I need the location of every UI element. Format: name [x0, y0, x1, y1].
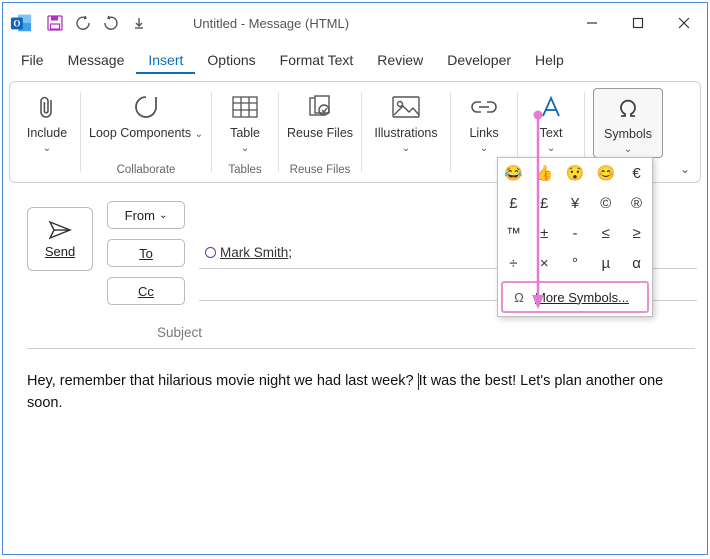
ribbon-include-button[interactable]: Include ⌄: [22, 88, 72, 154]
header-buttons-column: From ⌄ To Cc: [107, 201, 185, 305]
ribbon-group-illustrations: Illustrations ⌄: [364, 86, 448, 178]
symbols-grid: 😂 👍 😯 😊 € £ £ ¥ © ® ™ ± - ≤ ≥ ÷ × ° µ α: [498, 158, 652, 278]
ribbon-group-include: Include ⌄: [16, 86, 78, 178]
symbol-cell[interactable]: ®: [621, 188, 652, 218]
ribbon-loop-button[interactable]: Loop Components ⌄: [89, 88, 203, 141]
outlook-app-icon: O: [9, 11, 33, 35]
menu-developer[interactable]: Developer: [435, 46, 523, 74]
ribbon-symbols-button[interactable]: Symbols ⌄: [593, 88, 663, 158]
symbol-cell[interactable]: ≥: [621, 218, 652, 248]
symbol-cell[interactable]: α: [621, 248, 652, 278]
send-button[interactable]: Send: [27, 207, 93, 271]
symbol-cell[interactable]: 😊: [590, 158, 621, 188]
text-icon: [540, 92, 562, 122]
symbol-cell[interactable]: °: [560, 248, 591, 278]
menu-file[interactable]: File: [9, 46, 56, 74]
cc-button[interactable]: Cc: [107, 277, 185, 305]
chevron-down-icon: ⌄: [241, 143, 249, 154]
maximize-button[interactable]: [615, 3, 661, 43]
close-button[interactable]: [661, 3, 707, 43]
minimize-button[interactable]: [569, 3, 615, 43]
message-body[interactable]: Hey, remember that hilarious movie night…: [3, 349, 707, 415]
loop-icon: [133, 92, 159, 122]
recipient-chip[interactable]: Mark Smith: [205, 245, 288, 260]
ribbon-table-button[interactable]: Table ⌄: [220, 88, 270, 154]
qat-redo-button[interactable]: [97, 8, 125, 38]
omega-icon: Ω: [511, 290, 527, 305]
more-symbols-button[interactable]: Ω More Symbols...: [501, 281, 649, 313]
menu-help[interactable]: Help: [523, 46, 576, 74]
symbols-dropdown: 😂 👍 😯 😊 € £ £ ¥ © ® ™ ± - ≤ ≥ ÷ × ° µ α …: [497, 157, 653, 317]
symbol-cell[interactable]: £: [529, 188, 560, 218]
link-icon: [471, 92, 497, 122]
svg-text:O: O: [13, 19, 20, 29]
symbol-cell[interactable]: ©: [590, 188, 621, 218]
to-button[interactable]: To: [107, 239, 185, 267]
ribbon-links-button[interactable]: Links ⌄: [459, 88, 509, 154]
qat-save-button[interactable]: [41, 8, 69, 38]
ribbon-text-button[interactable]: Text ⌄: [526, 88, 576, 154]
menu-review[interactable]: Review: [365, 46, 435, 74]
ribbon-group-collaborate: Loop Components ⌄ Collaborate: [83, 86, 209, 178]
menu-options[interactable]: Options: [195, 46, 267, 74]
qat-undo-button[interactable]: [69, 8, 97, 38]
reuse-files-icon: [307, 92, 333, 122]
menu-message[interactable]: Message: [56, 46, 137, 74]
symbol-cell[interactable]: -: [560, 218, 591, 248]
menu-bar: File Message Insert Options Format Text …: [3, 43, 707, 77]
chevron-down-icon: ⌄: [43, 143, 51, 154]
symbol-cell[interactable]: €: [621, 158, 652, 188]
ribbon-group-reuse: Reuse Files Reuse Files: [281, 86, 359, 178]
paperclip-icon: [36, 92, 58, 122]
symbol-cell[interactable]: 👍: [529, 158, 560, 188]
symbol-cell[interactable]: ¥: [560, 188, 591, 218]
from-button[interactable]: From ⌄: [107, 201, 185, 229]
symbol-cell[interactable]: £: [498, 188, 529, 218]
symbol-cell[interactable]: 😯: [560, 158, 591, 188]
window-title: Untitled - Message (HTML): [193, 16, 349, 31]
symbol-cell[interactable]: ×: [529, 248, 560, 278]
symbol-cell[interactable]: 😂: [498, 158, 529, 188]
menu-insert[interactable]: Insert: [136, 46, 195, 74]
symbol-cell[interactable]: ™: [498, 218, 529, 248]
chevron-down-icon: ⌄: [624, 144, 632, 155]
presence-icon: [205, 247, 216, 258]
send-icon: [48, 220, 72, 240]
ribbon-reuse-button[interactable]: Reuse Files: [287, 88, 353, 141]
symbol-cell[interactable]: ÷: [498, 248, 529, 278]
omega-icon: [616, 93, 640, 123]
qat-more-button[interactable]: [125, 8, 153, 38]
ribbon-expand-button[interactable]: ⌄: [680, 162, 690, 176]
chevron-down-icon: ⌄: [402, 143, 410, 154]
chevron-down-icon: ⌄: [547, 143, 555, 154]
chevron-down-icon: ⌄: [480, 143, 488, 154]
illustrations-icon: [392, 92, 420, 122]
ribbon-group-tables: Table ⌄ Tables: [214, 86, 276, 178]
outlook-message-window: O Untitled - Message (HTML) File Message…: [2, 2, 708, 555]
symbol-cell[interactable]: ±: [529, 218, 560, 248]
table-icon: [232, 92, 258, 122]
title-bar: O Untitled - Message (HTML): [3, 3, 707, 43]
ribbon-illustrations-button[interactable]: Illustrations ⌄: [370, 88, 442, 154]
menu-format-text[interactable]: Format Text: [268, 46, 366, 74]
symbol-cell[interactable]: ≤: [590, 218, 621, 248]
symbol-cell[interactable]: µ: [590, 248, 621, 278]
